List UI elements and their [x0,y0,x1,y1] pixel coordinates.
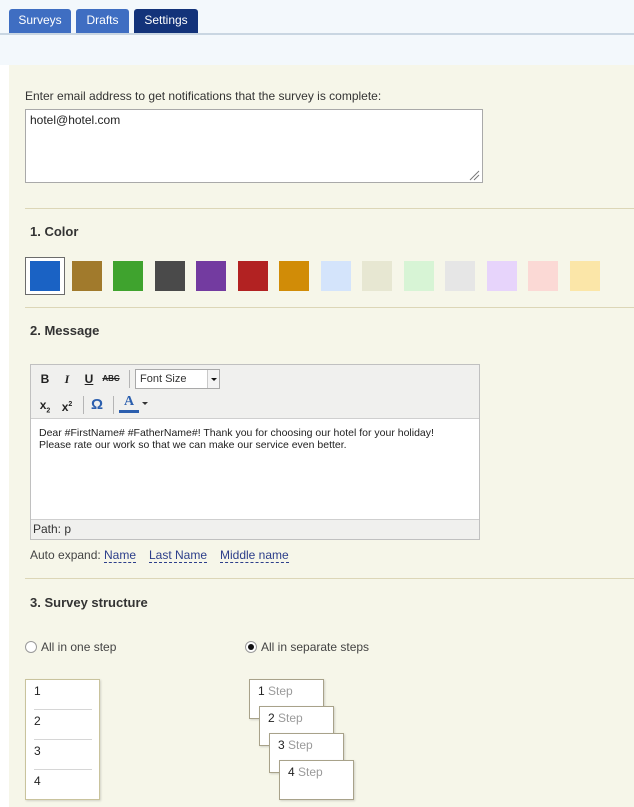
message-line: Please rate our work so that we can make… [39,439,347,451]
tab-drafts[interactable]: Drafts [76,9,129,33]
notification-email-field[interactable]: hotel@hotel.com [25,109,483,183]
radio-label: All in separate steps [261,640,370,654]
color-swatch-fill [320,261,351,291]
list-item: 3 [34,740,92,770]
color-swatch[interactable] [108,257,148,295]
one-step-preview: 1 2 3 4 [25,679,100,800]
color-swatch[interactable] [25,257,65,295]
tab-bar: Surveys Drafts Settings [0,0,634,65]
color-section-title: 1. Color [30,224,79,239]
color-swatch[interactable] [67,257,107,295]
strikethrough-button[interactable]: ABC [101,369,121,389]
color-swatch-fill [486,261,517,291]
color-swatch-fill [154,261,185,291]
message-body[interactable]: Dear #FirstName# #FatherName#! Thank you… [39,427,459,451]
color-swatch[interactable] [565,257,605,295]
color-swatch[interactable] [440,257,480,295]
color-swatch[interactable] [274,257,314,295]
color-swatch-fill [30,261,60,291]
color-swatch[interactable] [150,257,190,295]
toolbar-separator [113,396,114,414]
color-swatch-fill [569,261,600,291]
color-swatch-fill [237,261,268,291]
editor-path-status: Path: p [31,519,479,539]
font-size-select[interactable]: Font Size [135,369,220,389]
chevron-down-icon [207,370,219,388]
toolbar-separator [83,396,84,414]
text-color-dropdown-icon[interactable] [141,401,149,407]
color-swatch-fill [528,261,558,291]
structure-section-title: 3. Survey structure [30,595,148,610]
italic-button[interactable]: I [57,369,77,389]
color-swatch[interactable] [316,257,356,295]
notification-label: Enter email address to get notifications… [25,89,382,103]
tab-underline [0,33,634,35]
list-item: 1 [34,680,92,710]
color-swatch[interactable] [482,257,522,295]
divider [25,208,634,209]
divider [25,307,634,308]
toolbar-separator [129,370,130,388]
color-swatch[interactable] [191,257,231,295]
font-size-label: Font Size [140,373,187,385]
radio-label: All in one step [41,640,117,654]
color-swatch-fill [362,261,392,291]
editor-toolbar: B I U ABC Font Size x2 x2 Ω A [31,365,479,419]
step-card-4: 4 Step [279,760,354,800]
color-swatch[interactable] [357,257,397,295]
text-color-button[interactable]: A [119,394,139,413]
resize-grip-icon[interactable] [468,169,480,181]
settings-panel: Enter email address to get notifications… [9,65,634,807]
auto-expand-last-name-link[interactable]: Last Name [149,548,208,563]
color-swatch[interactable] [523,257,563,295]
color-swatch-fill [196,261,226,291]
list-item: 2 [34,710,92,740]
auto-expand-label: Auto expand: [30,548,101,562]
omega-special-char-button[interactable]: Ω [87,395,107,415]
message-section-title: 2. Message [30,323,100,338]
color-swatch-fill [403,261,434,291]
message-editor: B I U ABC Font Size x2 x2 Ω A Dear #Firs… [30,364,480,540]
color-swatch-fill [113,261,143,291]
message-line: Dear #FirstName# #FatherName#! Thank you… [39,427,434,439]
color-swatch[interactable] [233,257,273,295]
radio-button[interactable] [25,641,37,653]
color-swatch-fill [279,261,309,291]
color-swatch-fill [445,261,475,291]
superscript-button[interactable]: x2 [57,395,77,415]
underline-button[interactable]: U [79,369,99,389]
auto-expand-name-link[interactable]: Name [104,548,137,563]
color-swatch-fill [71,261,102,291]
tab-settings[interactable]: Settings [134,9,198,33]
auto-expand-row: Auto expand: Name Last Name Middle name [30,548,289,563]
color-swatch[interactable] [399,257,439,295]
tab-surveys[interactable]: Surveys [9,9,71,33]
bold-button[interactable]: B [35,369,55,389]
list-item: 4 [34,774,41,788]
divider [25,578,634,579]
auto-expand-middle-name-link[interactable]: Middle name [220,548,289,563]
subscript-button[interactable]: x2 [35,395,55,415]
radio-button[interactable] [245,641,257,653]
